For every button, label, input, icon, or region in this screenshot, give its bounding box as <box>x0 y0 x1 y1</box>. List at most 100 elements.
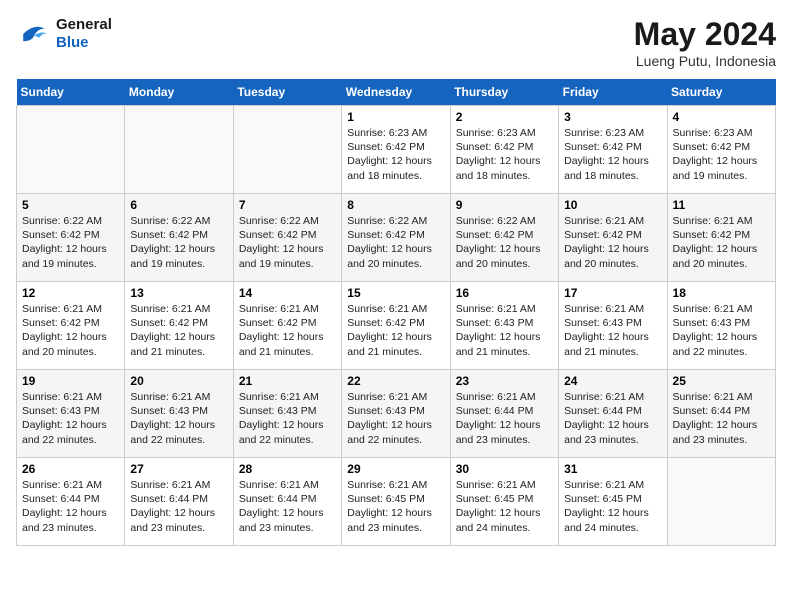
day-number: 29 <box>347 462 444 476</box>
day-info: Sunrise: 6:23 AM Sunset: 6:42 PM Dayligh… <box>456 126 553 183</box>
day-number: 18 <box>673 286 770 300</box>
calendar-cell: 8 Sunrise: 6:22 AM Sunset: 6:42 PM Daylig… <box>342 194 450 282</box>
day-info: Sunrise: 6:21 AM Sunset: 6:43 PM Dayligh… <box>130 390 227 447</box>
weekday-row: SundayMondayTuesdayWednesdayThursdayFrid… <box>17 79 776 106</box>
calendar-cell: 31 Sunrise: 6:21 AM Sunset: 6:45 PM Dayli… <box>559 458 667 546</box>
day-info: Sunrise: 6:21 AM Sunset: 6:42 PM Dayligh… <box>22 302 119 359</box>
day-info: Sunrise: 6:21 AM Sunset: 6:43 PM Dayligh… <box>456 302 553 359</box>
day-info: Sunrise: 6:22 AM Sunset: 6:42 PM Dayligh… <box>239 214 336 271</box>
day-number: 16 <box>456 286 553 300</box>
calendar-week-row: 26Sunrise: 6:21 AM Sunset: 6:44 PM Dayli… <box>17 458 776 546</box>
calendar-cell <box>125 106 233 194</box>
day-info: Sunrise: 6:21 AM Sunset: 6:42 PM Dayligh… <box>130 302 227 359</box>
calendar-cell: 9 Sunrise: 6:22 AM Sunset: 6:42 PM Daylig… <box>450 194 558 282</box>
page-header: General Blue May 2024 Lueng Putu, Indone… <box>16 16 776 69</box>
day-info: Sunrise: 6:21 AM Sunset: 6:45 PM Dayligh… <box>347 478 444 535</box>
day-number: 7 <box>239 198 336 212</box>
day-number: 2 <box>456 110 553 124</box>
day-number: 17 <box>564 286 661 300</box>
calendar-cell: 20 Sunrise: 6:21 AM Sunset: 6:43 PM Dayli… <box>125 370 233 458</box>
calendar-cell: 6 Sunrise: 6:22 AM Sunset: 6:42 PM Daylig… <box>125 194 233 282</box>
weekday-header: Tuesday <box>233 79 341 106</box>
calendar-week-row: 19 Sunrise: 6:21 AM Sunset: 6:43 PM Dayli… <box>17 370 776 458</box>
calendar-cell: 22 Sunrise: 6:21 AM Sunset: 6:43 PM Dayli… <box>342 370 450 458</box>
calendar-cell: 27Sunrise: 6:21 AM Sunset: 6:44 PM Dayli… <box>125 458 233 546</box>
calendar-cell: 2 Sunrise: 6:23 AM Sunset: 6:42 PM Daylig… <box>450 106 558 194</box>
day-number: 3 <box>564 110 661 124</box>
logo: General Blue <box>16 16 112 52</box>
calendar-cell: 29 Sunrise: 6:21 AM Sunset: 6:45 PM Dayli… <box>342 458 450 546</box>
day-number: 6 <box>130 198 227 212</box>
calendar-cell: 11 Sunrise: 6:21 AM Sunset: 6:42 PM Dayli… <box>667 194 775 282</box>
day-number: 12 <box>22 286 119 300</box>
day-number: 23 <box>456 374 553 388</box>
month-title: May 2024 <box>634 16 776 53</box>
weekday-header: Thursday <box>450 79 558 106</box>
day-info: Sunrise: 6:21 AM Sunset: 6:44 PM Dayligh… <box>456 390 553 447</box>
day-number: 31 <box>564 462 661 476</box>
weekday-header: Monday <box>125 79 233 106</box>
day-info: Sunrise: 6:21 AM Sunset: 6:45 PM Dayligh… <box>564 478 661 535</box>
calendar-table: SundayMondayTuesdayWednesdayThursdayFrid… <box>16 79 776 546</box>
day-info: Sunrise: 6:21 AM Sunset: 6:43 PM Dayligh… <box>347 390 444 447</box>
day-info: Sunrise: 6:22 AM Sunset: 6:42 PM Dayligh… <box>347 214 444 271</box>
calendar-cell: 4Sunrise: 6:23 AM Sunset: 6:42 PM Daylig… <box>667 106 775 194</box>
day-number: 19 <box>22 374 119 388</box>
calendar-week-row: 12 Sunrise: 6:21 AM Sunset: 6:42 PM Dayli… <box>17 282 776 370</box>
day-info: Sunrise: 6:21 AM Sunset: 6:42 PM Dayligh… <box>347 302 444 359</box>
day-number: 15 <box>347 286 444 300</box>
day-info: Sunrise: 6:22 AM Sunset: 6:42 PM Dayligh… <box>456 214 553 271</box>
day-number: 24 <box>564 374 661 388</box>
day-info: Sunrise: 6:22 AM Sunset: 6:42 PM Dayligh… <box>130 214 227 271</box>
weekday-header: Saturday <box>667 79 775 106</box>
calendar-cell: 5 Sunrise: 6:22 AM Sunset: 6:42 PM Daylig… <box>17 194 125 282</box>
day-number: 10 <box>564 198 661 212</box>
calendar-cell: 26Sunrise: 6:21 AM Sunset: 6:44 PM Dayli… <box>17 458 125 546</box>
day-number: 28 <box>239 462 336 476</box>
day-info: Sunrise: 6:21 AM Sunset: 6:42 PM Dayligh… <box>673 214 770 271</box>
day-info: Sunrise: 6:23 AM Sunset: 6:42 PM Dayligh… <box>564 126 661 183</box>
calendar-cell: 21Sunrise: 6:21 AM Sunset: 6:43 PM Dayli… <box>233 370 341 458</box>
calendar-cell: 18 Sunrise: 6:21 AM Sunset: 6:43 PM Dayli… <box>667 282 775 370</box>
calendar-cell <box>17 106 125 194</box>
day-number: 1 <box>347 110 444 124</box>
day-info: Sunrise: 6:22 AM Sunset: 6:42 PM Dayligh… <box>22 214 119 271</box>
day-number: 11 <box>673 198 770 212</box>
calendar-cell: 16 Sunrise: 6:21 AM Sunset: 6:43 PM Dayli… <box>450 282 558 370</box>
day-number: 30 <box>456 462 553 476</box>
calendar-cell: 14 Sunrise: 6:21 AM Sunset: 6:42 PM Dayli… <box>233 282 341 370</box>
day-info: Sunrise: 6:21 AM Sunset: 6:42 PM Dayligh… <box>239 302 336 359</box>
calendar-cell: 24 Sunrise: 6:21 AM Sunset: 6:44 PM Dayli… <box>559 370 667 458</box>
day-info: Sunrise: 6:21 AM Sunset: 6:44 PM Dayligh… <box>564 390 661 447</box>
calendar-cell: 15 Sunrise: 6:21 AM Sunset: 6:42 PM Dayli… <box>342 282 450 370</box>
calendar-cell: 19Sunrise: 6:21 AM Sunset: 6:43 PM Dayli… <box>17 370 125 458</box>
weekday-header: Friday <box>559 79 667 106</box>
calendar-cell: 13 Sunrise: 6:21 AM Sunset: 6:42 PM Dayli… <box>125 282 233 370</box>
calendar-cell: 7 Sunrise: 6:22 AM Sunset: 6:42 PM Daylig… <box>233 194 341 282</box>
day-number: 13 <box>130 286 227 300</box>
calendar-cell <box>233 106 341 194</box>
calendar-week-row: 5 Sunrise: 6:22 AM Sunset: 6:42 PM Daylig… <box>17 194 776 282</box>
day-number: 9 <box>456 198 553 212</box>
day-number: 22 <box>347 374 444 388</box>
calendar-cell: 1Sunrise: 6:23 AM Sunset: 6:42 PM Daylig… <box>342 106 450 194</box>
day-info: Sunrise: 6:21 AM Sunset: 6:43 PM Dayligh… <box>673 302 770 359</box>
day-info: Sunrise: 6:21 AM Sunset: 6:44 PM Dayligh… <box>22 478 119 535</box>
day-info: Sunrise: 6:21 AM Sunset: 6:42 PM Dayligh… <box>564 214 661 271</box>
day-number: 27 <box>130 462 227 476</box>
day-info: Sunrise: 6:23 AM Sunset: 6:42 PM Dayligh… <box>673 126 770 183</box>
calendar-body: 1 Sunrise: 6:23 AM Sunset: 6:42 PM Daylig… <box>17 106 776 546</box>
day-number: 8 <box>347 198 444 212</box>
calendar-week-row: 1 Sunrise: 6:23 AM Sunset: 6:42 PM Daylig… <box>17 106 776 194</box>
calendar-cell: 30 Sunrise: 6:21 AM Sunset: 6:45 PM Dayli… <box>450 458 558 546</box>
calendar-cell: 23 Sunrise: 6:21 AM Sunset: 6:44 PM Dayli… <box>450 370 558 458</box>
title-block: May 2024 Lueng Putu, Indonesia <box>634 16 776 69</box>
day-info: Sunrise: 6:21 AM Sunset: 6:44 PM Dayligh… <box>239 478 336 535</box>
day-number: 5 <box>22 198 119 212</box>
calendar-cell: 12 Sunrise: 6:21 AM Sunset: 6:42 PM Dayli… <box>17 282 125 370</box>
weekday-header: Wednesday <box>342 79 450 106</box>
day-number: 14 <box>239 286 336 300</box>
day-info: Sunrise: 6:21 AM Sunset: 6:45 PM Dayligh… <box>456 478 553 535</box>
day-number: 20 <box>130 374 227 388</box>
day-number: 25 <box>673 374 770 388</box>
